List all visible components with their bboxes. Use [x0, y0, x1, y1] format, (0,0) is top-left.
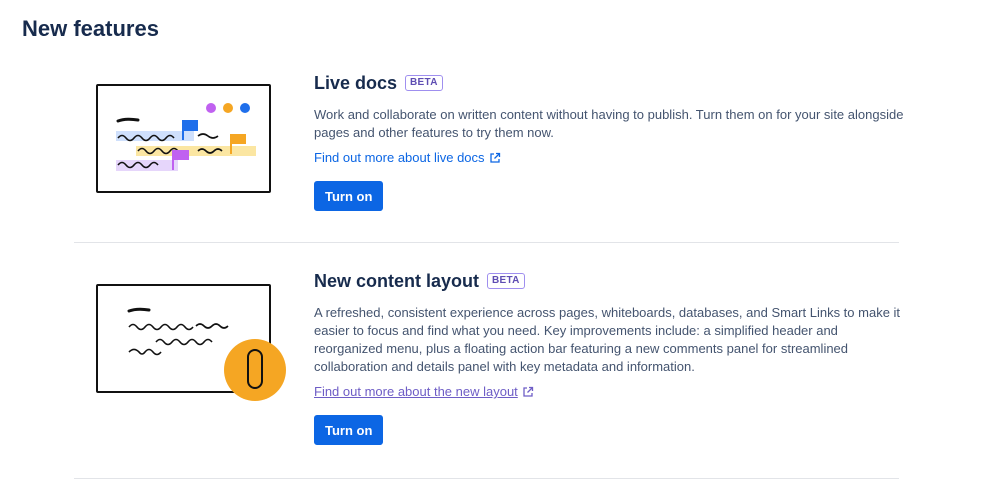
live-docs-title-row: Live docs BETA — [314, 70, 904, 96]
learn-more-label: Find out more about live docs — [314, 150, 485, 165]
content-layout-title-row: New content layout BETA — [314, 268, 904, 294]
page-title: New features — [22, 16, 159, 41]
external-link-icon — [523, 386, 533, 397]
feature-new-content-layout: New content layout BETA A refreshed, con… — [74, 268, 900, 479]
live-docs-illustration — [96, 84, 271, 193]
content-layout-content: New content layout BETA A refreshed, con… — [314, 268, 904, 445]
live-docs-learn-more-link[interactable]: Find out more about live docs — [314, 150, 501, 165]
beta-badge: BETA — [405, 75, 443, 91]
feature-title: New content layout — [314, 270, 480, 291]
learn-more-label: Find out more about the new layout — [314, 384, 518, 399]
external-link-icon — [489, 152, 500, 163]
feature-title: Live docs — [314, 72, 398, 93]
content-layout-learn-more-link[interactable]: Find out more about the new layout — [314, 384, 534, 399]
turn-on-content-layout-button[interactable]: Turn on — [314, 415, 384, 445]
beta-badge: BETA — [487, 273, 525, 289]
feature-description: A refreshed, consistent experience acros… — [314, 305, 901, 374]
live-docs-content: Live docs BETA Work and collaborate on w… — [314, 70, 904, 211]
feature-live-docs: Live docs BETA Work and collaborate on w… — [74, 70, 903, 243]
feature-description: Work and collaborate on written content … — [314, 107, 904, 140]
content-layout-illustration — [96, 284, 286, 401]
turn-on-live-docs-button[interactable]: Turn on — [314, 181, 384, 211]
